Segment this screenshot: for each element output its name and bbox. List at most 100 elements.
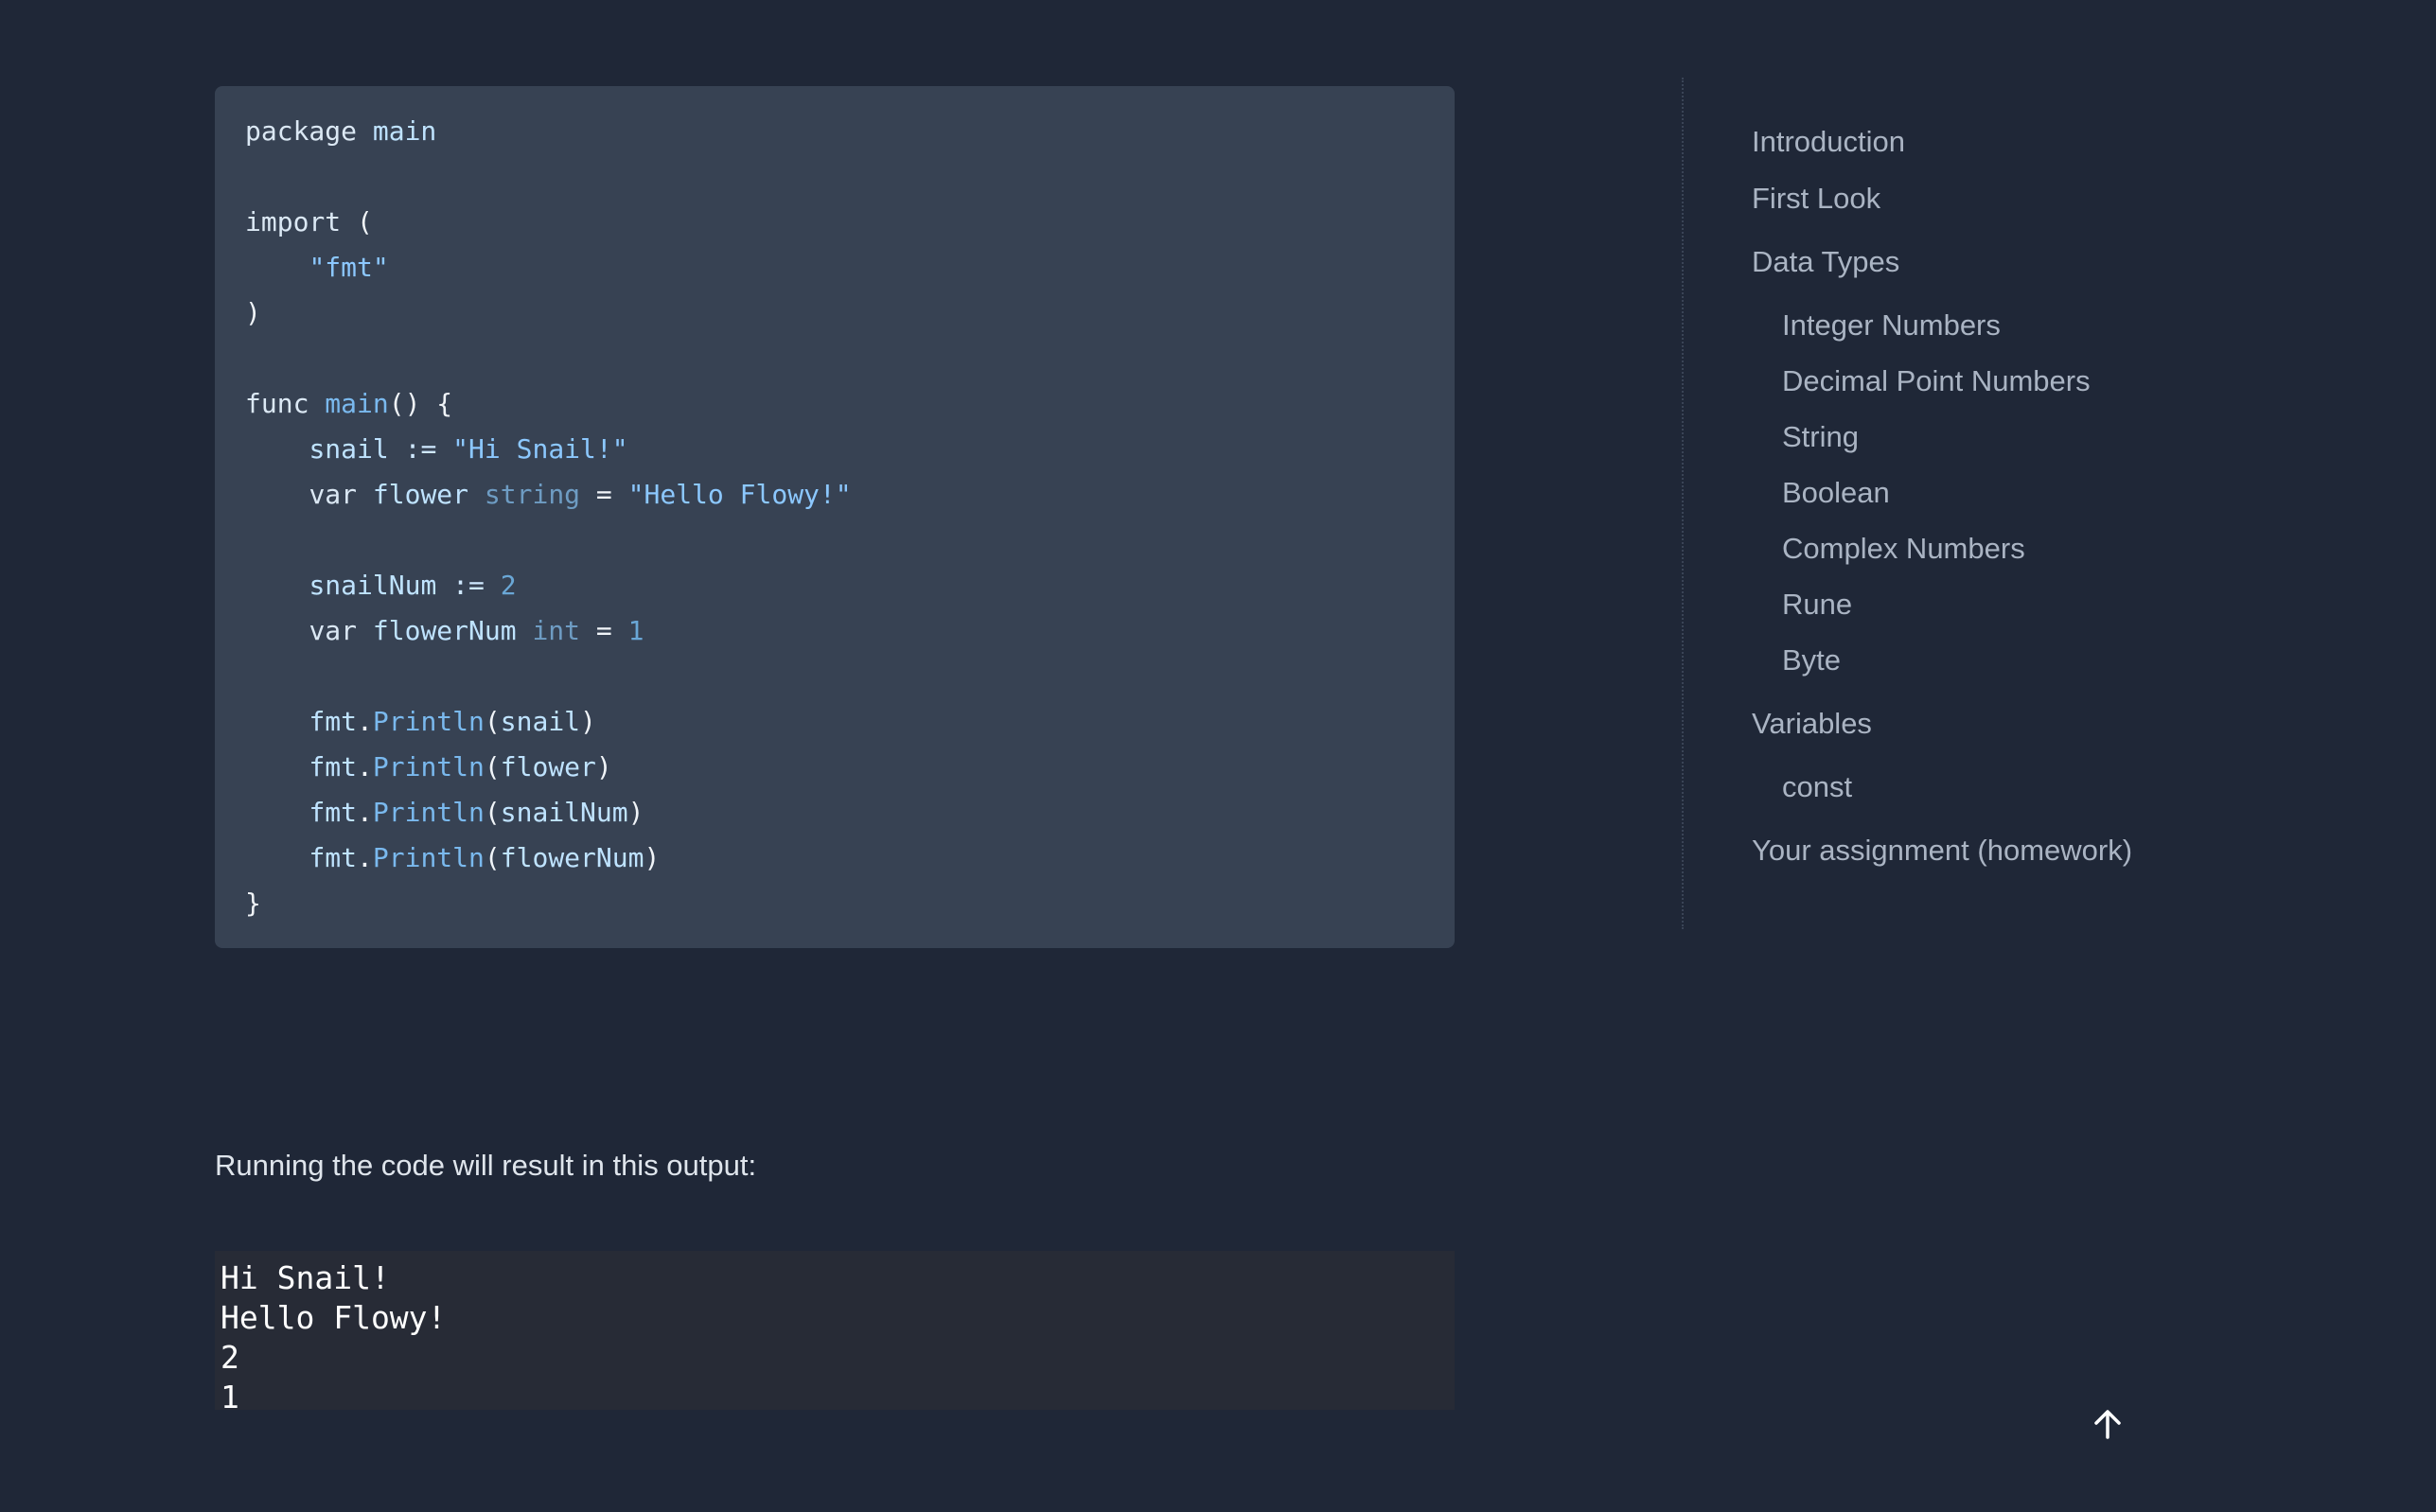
toc-link[interactable]: Integer Numbers [1782, 307, 2001, 344]
output-line: 2 [221, 1339, 239, 1376]
code-token: fmt [309, 706, 358, 737]
code-line: package main [245, 109, 1455, 154]
code-token: string [484, 479, 596, 510]
code-token: . [357, 842, 373, 873]
output-caption: Running the code will result in this out… [215, 1149, 757, 1182]
code-line: "fmt" [245, 245, 1455, 290]
code-token: snail [309, 433, 405, 465]
code-token: ) [580, 706, 596, 737]
code-token: fmt [309, 751, 358, 782]
toc-link[interactable]: Decimal Point Numbers [1782, 362, 2091, 400]
code-token: = [595, 615, 628, 646]
code-token: ) [627, 797, 644, 828]
code-token: Println [372, 797, 485, 828]
toc-link[interactable]: String [1782, 418, 1859, 456]
code-token: snailNum [500, 797, 628, 828]
code-line: fmt.Println(flower) [245, 745, 1455, 790]
code-token: := [452, 570, 501, 601]
code-token: "fmt" [309, 252, 389, 283]
code-token: . [357, 797, 373, 828]
scroll-to-top-button[interactable] [2089, 1405, 2127, 1443]
code-token: flowerNum [500, 842, 644, 873]
code-token: fmt [309, 842, 358, 873]
code-token: } [245, 888, 261, 919]
code-token: ) [595, 751, 612, 782]
code-token: 2 [500, 570, 517, 601]
code-token: = [595, 479, 628, 510]
code-token: ( [357, 206, 373, 237]
code-token: ) [644, 842, 661, 873]
toc-link[interactable]: Byte [1782, 642, 1841, 679]
toc-link[interactable]: Introduction [1752, 123, 1905, 161]
code-token: "Hi Snail!" [452, 433, 628, 465]
code-token: package [245, 115, 373, 147]
code-token: := [404, 433, 453, 465]
output-line: Hi Snail! [221, 1259, 390, 1296]
code-token: fmt [309, 797, 358, 828]
toc-divider [1682, 78, 1684, 929]
code-token: . [357, 706, 373, 737]
code-token: () { [388, 388, 453, 419]
code-line: import ( [245, 200, 1455, 245]
code-token: flowerNum [372, 615, 533, 646]
toc-link[interactable]: Boolean [1782, 474, 1890, 512]
code-token: ( [484, 751, 501, 782]
code-token: "Hello Flowy!" [627, 479, 852, 510]
toc-link[interactable]: Data Types [1752, 243, 1899, 281]
code-token: Println [372, 842, 485, 873]
code-token: ) [245, 297, 261, 328]
toc-link[interactable]: Rune [1782, 586, 1852, 624]
code-line: snail := "Hi Snail!" [245, 427, 1455, 472]
arrow-up-icon [2094, 1410, 2121, 1439]
code-line: var flowerNum int = 1 [245, 608, 1455, 654]
code-token: var [309, 615, 373, 646]
code-line: fmt.Println(snail) [245, 699, 1455, 745]
code-token: main [325, 388, 389, 419]
output-line: Hello Flowy! [221, 1299, 447, 1336]
output-line: 1 [221, 1379, 239, 1415]
toc-link[interactable]: Complex Numbers [1782, 530, 2025, 568]
code-line: var flower string = "Hello Flowy!" [245, 472, 1455, 518]
toc-link[interactable]: First Look [1752, 180, 1880, 218]
code-token: ( [484, 797, 501, 828]
code-token: Println [372, 751, 485, 782]
code-token: main [372, 115, 437, 147]
code-token: ( [484, 706, 501, 737]
code-block: package main import ( "fmt") func main() {… [215, 86, 1455, 948]
code-token: flower [372, 479, 485, 510]
code-line: func main() { [245, 381, 1455, 427]
code-token: Println [372, 706, 485, 737]
code-token: . [357, 751, 373, 782]
code-token: func [245, 388, 326, 419]
code-token: snail [500, 706, 581, 737]
code-token: flower [500, 751, 596, 782]
toc-link[interactable]: const [1782, 768, 1852, 806]
code-line: snailNum := 2 [245, 563, 1455, 608]
toc-link[interactable]: Variables [1752, 705, 1872, 743]
code-token: 1 [627, 615, 644, 646]
code-token: ( [484, 842, 501, 873]
code-line: fmt.Println(snailNum) [245, 790, 1455, 835]
code-line: fmt.Println(flowerNum) [245, 835, 1455, 881]
code-token: var [309, 479, 373, 510]
code-token: snailNum [309, 570, 453, 601]
toc-link[interactable]: Your assignment (homework) [1752, 832, 2132, 870]
code-line: ) [245, 290, 1455, 336]
code-token: int [532, 615, 596, 646]
code-line: } [245, 881, 1455, 926]
code-token: import [245, 206, 358, 237]
output-block: Hi Snail! Hello Flowy! 2 1 [215, 1251, 1455, 1415]
